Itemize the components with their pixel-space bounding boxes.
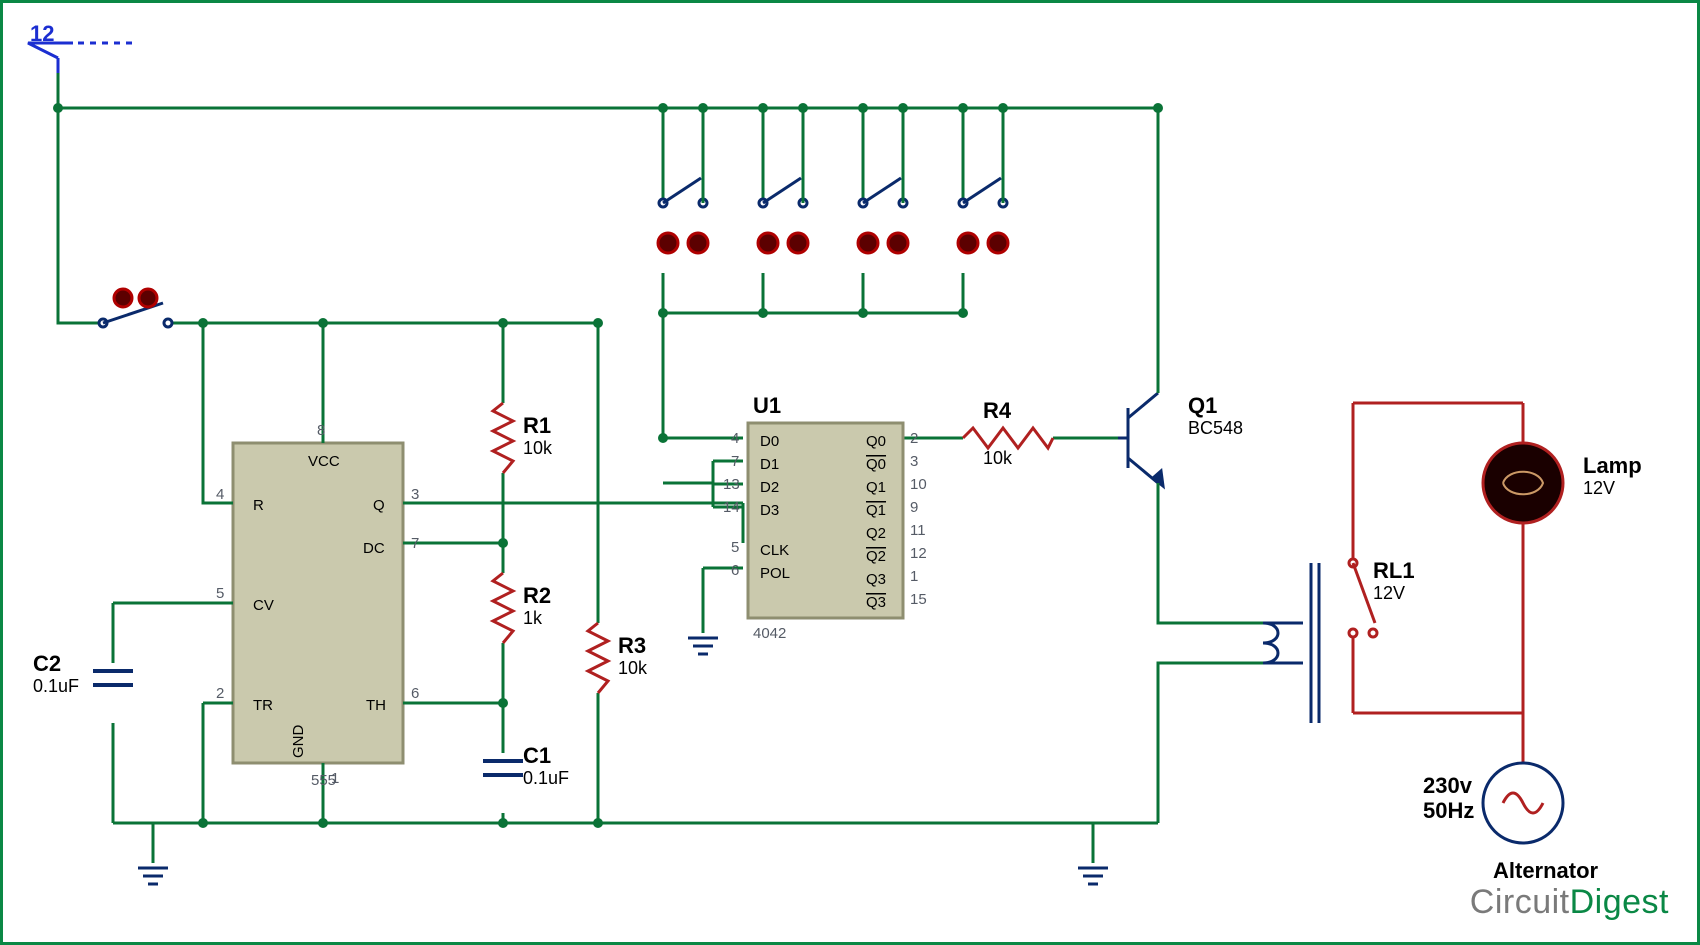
svg-text:3: 3 bbox=[910, 453, 918, 470]
svg-text:Q3: Q3 bbox=[866, 571, 886, 588]
svg-text:Q0: Q0 bbox=[866, 456, 886, 473]
supply-terminal bbox=[28, 43, 133, 73]
svg-text:Q: Q bbox=[373, 497, 385, 514]
svg-text:TR: TR bbox=[253, 697, 273, 714]
svg-text:10: 10 bbox=[910, 476, 927, 493]
u1-ref: U1 bbox=[753, 393, 781, 419]
ac-f: 50Hz bbox=[1423, 798, 1474, 824]
main-switch bbox=[99, 303, 172, 327]
svg-text:POL: POL bbox=[760, 565, 790, 582]
svg-text:3: 3 bbox=[411, 486, 419, 503]
svg-text:2: 2 bbox=[910, 430, 918, 447]
relay-coil bbox=[1263, 563, 1319, 723]
r1-ref: R1 bbox=[523, 413, 551, 439]
svg-text:TH: TH bbox=[366, 697, 386, 714]
svg-text:4: 4 bbox=[731, 430, 739, 447]
svg-text:1: 1 bbox=[910, 568, 918, 585]
c2-ref: C2 bbox=[33, 651, 61, 677]
r1-val: 10k bbox=[523, 438, 552, 459]
logo-part-a: Circuit bbox=[1470, 883, 1570, 921]
svg-text:12: 12 bbox=[910, 545, 927, 562]
r4-ref: R4 bbox=[983, 398, 1011, 424]
transistor-q1 bbox=[1118, 393, 1163, 486]
svg-text:CLK: CLK bbox=[760, 542, 789, 559]
svg-text:Q2: Q2 bbox=[866, 548, 886, 565]
svg-text:5: 5 bbox=[216, 585, 224, 602]
svg-text:CV: CV bbox=[253, 597, 274, 614]
svg-text:Q3: Q3 bbox=[866, 594, 886, 611]
ic-555: R VCC Q DC CV TR TH GND 555 bbox=[233, 443, 403, 789]
lamp bbox=[1483, 443, 1563, 523]
svg-text:D3: D3 bbox=[760, 502, 779, 519]
svg-text:13: 13 bbox=[723, 476, 740, 493]
svg-text:4042: 4042 bbox=[753, 625, 786, 642]
c2-val: 0.1uF bbox=[33, 676, 79, 697]
svg-text:D1: D1 bbox=[760, 456, 779, 473]
svg-text:DC: DC bbox=[363, 540, 385, 557]
q1-ref: Q1 bbox=[1188, 393, 1217, 419]
dip-switches bbox=[658, 108, 1008, 253]
svg-text:1: 1 bbox=[331, 770, 339, 787]
supply-label: 12 bbox=[30, 21, 54, 47]
svg-text:2: 2 bbox=[216, 685, 224, 702]
svg-text:7: 7 bbox=[731, 453, 739, 470]
svg-text:6: 6 bbox=[411, 685, 419, 702]
ic-4042: D0 D1 D2 D3 CLK POL Q0 Q0 Q1 Q1 Q2 Q2 Q3… bbox=[748, 423, 903, 618]
rl1-ref: RL1 bbox=[1373, 558, 1415, 584]
svg-text:R: R bbox=[253, 497, 264, 514]
logo-part-b: Digest bbox=[1570, 883, 1669, 921]
watermark-logo: CircuitDigest bbox=[1470, 883, 1669, 922]
svg-text:4: 4 bbox=[216, 486, 224, 503]
ac-name: Alternator bbox=[1493, 858, 1598, 884]
svg-text:5: 5 bbox=[731, 539, 739, 556]
svg-text:6: 6 bbox=[731, 562, 739, 579]
svg-text:15: 15 bbox=[910, 591, 927, 608]
svg-text:GND: GND bbox=[290, 725, 307, 759]
lamp-val: 12V bbox=[1583, 478, 1615, 499]
svg-text:8: 8 bbox=[317, 422, 325, 439]
ac-v: 230v bbox=[1423, 773, 1472, 799]
svg-text:Q0: Q0 bbox=[866, 433, 886, 450]
c1-val: 0.1uF bbox=[523, 768, 569, 789]
svg-text:Q1: Q1 bbox=[866, 502, 886, 519]
diagram-frame: R VCC Q DC CV TR TH GND 555 8 4 7 6 5 2 … bbox=[0, 0, 1700, 945]
r3-val: 10k bbox=[618, 658, 647, 679]
svg-text:Q2: Q2 bbox=[866, 525, 886, 542]
svg-text:14: 14 bbox=[723, 499, 740, 516]
svg-text:VCC: VCC bbox=[308, 453, 340, 470]
r2-ref: R2 bbox=[523, 583, 551, 609]
r2-val: 1k bbox=[523, 608, 542, 629]
c1-ref: C1 bbox=[523, 743, 551, 769]
svg-text:9: 9 bbox=[910, 499, 918, 516]
r3-ref: R3 bbox=[618, 633, 646, 659]
ac-source bbox=[1483, 763, 1563, 843]
svg-text:D2: D2 bbox=[760, 479, 779, 496]
svg-text:D0: D0 bbox=[760, 433, 779, 450]
r4-val: 10k bbox=[983, 448, 1012, 469]
lamp-ref: Lamp bbox=[1583, 453, 1642, 479]
svg-text:Q1: Q1 bbox=[866, 479, 886, 496]
svg-text:7: 7 bbox=[411, 535, 419, 552]
svg-text:11: 11 bbox=[910, 522, 926, 539]
q1-val: BC548 bbox=[1188, 418, 1243, 439]
rl1-val: 12V bbox=[1373, 583, 1405, 604]
